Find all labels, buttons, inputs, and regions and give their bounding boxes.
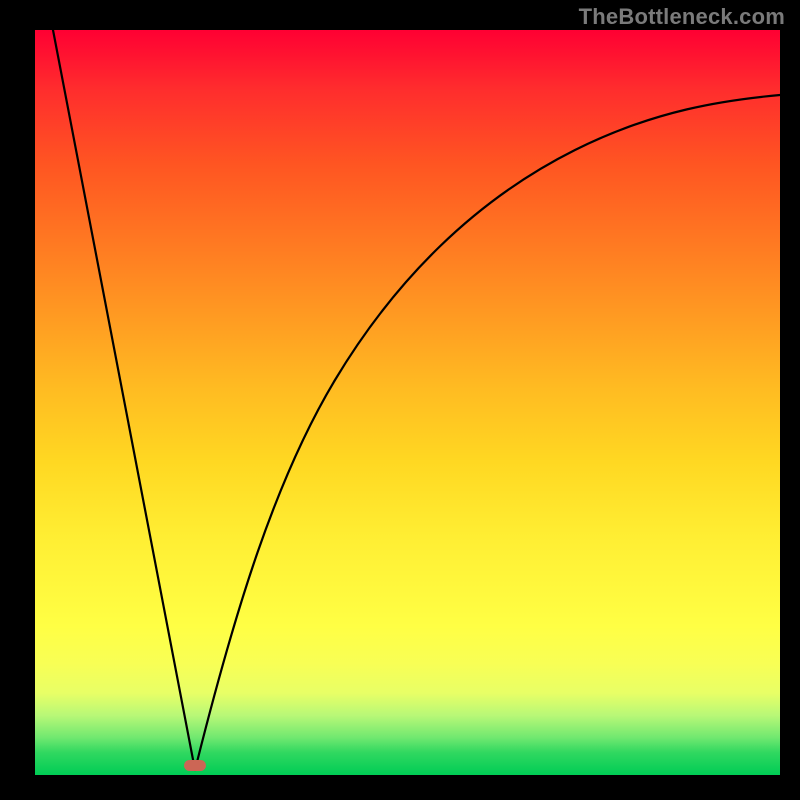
- optimal-point-marker: [184, 760, 206, 771]
- chart-plot-area: [35, 30, 780, 775]
- curve-path: [53, 30, 780, 770]
- watermark-text: TheBottleneck.com: [579, 4, 785, 30]
- bottleneck-curve: [35, 30, 780, 775]
